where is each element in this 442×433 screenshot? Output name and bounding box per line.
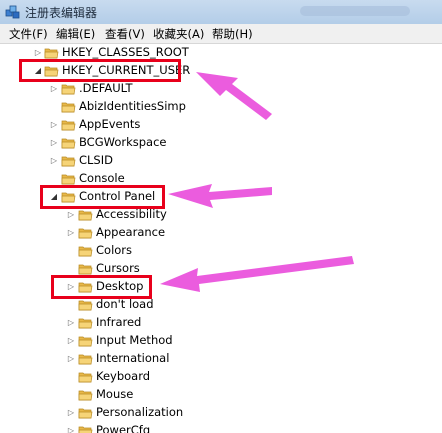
- triangle-collapsed-icon[interactable]: ▷: [49, 80, 59, 98]
- folder-icon: [78, 354, 93, 365]
- tree-item-label[interactable]: International: [96, 351, 169, 365]
- triangle-collapsed-icon[interactable]: ▷: [66, 404, 76, 422]
- tree-row[interactable]: ▷ Infrared: [0, 314, 442, 332]
- tree-item-label[interactable]: Appearance: [96, 225, 165, 239]
- tree-row[interactable]: AbizIdentitiesSimp: [0, 98, 442, 116]
- triangle-collapsed-icon[interactable]: ▷: [66, 422, 76, 433]
- menu-file[interactable]: 文件(F): [9, 26, 48, 42]
- folder-icon: [44, 48, 59, 59]
- folder-icon: [61, 84, 76, 95]
- tree-row[interactable]: ▷ International: [0, 350, 442, 368]
- highlight-box-hkey-current-user: [19, 59, 181, 82]
- registry-tree[interactable]: ▷ HKEY_CLASSES_ROOT ◢ HKEY_CURRENT_USER ▷ .DE…: [0, 44, 442, 433]
- folder-icon: [61, 138, 76, 149]
- tree-item-label[interactable]: Accessibility: [96, 207, 167, 221]
- tree-row[interactable]: ▷ Appearance: [0, 224, 442, 242]
- folder-icon: [61, 174, 76, 185]
- registry-editor-icon: [5, 5, 20, 19]
- tree-row[interactable]: ▷ AppEvents: [0, 116, 442, 134]
- tree-item-label[interactable]: PowerCfg: [96, 423, 150, 433]
- menu-favorites[interactable]: 收藏夹(A): [153, 26, 204, 42]
- triangle-collapsed-icon[interactable]: ▷: [49, 116, 59, 134]
- highlight-box-control-panel: [40, 185, 165, 209]
- triangle-collapsed-icon[interactable]: ▷: [66, 350, 76, 368]
- tree-item-label[interactable]: Colors: [96, 243, 132, 257]
- tree-row[interactable]: ▷ .DEFAULT: [0, 80, 442, 98]
- menu-bar: 文件(F) 编辑(E) 查看(V) 收藏夹(A) 帮助(H): [0, 24, 442, 44]
- tree-row[interactable]: Mouse: [0, 386, 442, 404]
- window-title: 注册表编辑器: [25, 6, 98, 20]
- tree-item-label[interactable]: Cursors: [96, 261, 140, 275]
- tree-item-label[interactable]: Infrared: [96, 315, 141, 329]
- tree-item-label[interactable]: Console: [79, 171, 125, 185]
- folder-icon: [61, 156, 76, 167]
- title-bar-blur: [300, 6, 410, 16]
- triangle-collapsed-icon[interactable]: ▷: [49, 152, 59, 170]
- folder-icon: [78, 336, 93, 347]
- tree-row[interactable]: ▷ Personalization: [0, 404, 442, 422]
- tree-item-label[interactable]: AppEvents: [79, 117, 140, 131]
- folder-icon: [78, 390, 93, 401]
- tree-item-label[interactable]: Mouse: [96, 387, 133, 401]
- tree-item-label[interactable]: Personalization: [96, 405, 183, 419]
- tree-row[interactable]: ▷ PowerCfg: [0, 422, 442, 433]
- tree-item-label[interactable]: .DEFAULT: [79, 81, 132, 95]
- title-bar: 注册表编辑器: [0, 0, 442, 25]
- highlight-box-desktop: [51, 275, 152, 299]
- triangle-collapsed-icon[interactable]: ▷: [66, 332, 76, 350]
- tree-row[interactable]: ▷ BCGWorkspace: [0, 134, 442, 152]
- tree-row[interactable]: ▷ CLSID: [0, 152, 442, 170]
- folder-icon: [78, 408, 93, 419]
- tree-item-label[interactable]: Keyboard: [96, 369, 150, 383]
- triangle-collapsed-icon[interactable]: ▷: [66, 314, 76, 332]
- triangle-collapsed-icon[interactable]: ▷: [66, 224, 76, 242]
- menu-help[interactable]: 帮助(H): [212, 26, 253, 42]
- folder-icon: [61, 120, 76, 131]
- tree-item-label[interactable]: HKEY_CLASSES_ROOT: [62, 45, 189, 59]
- triangle-collapsed-icon[interactable]: ▷: [49, 134, 59, 152]
- tree-item-label[interactable]: AbizIdentitiesSimp: [79, 99, 186, 113]
- tree-row[interactable]: ▷ Input Method: [0, 332, 442, 350]
- tree-item-label[interactable]: Input Method: [96, 333, 173, 347]
- tree-row[interactable]: Colors: [0, 242, 442, 260]
- folder-icon: [78, 246, 93, 257]
- folder-icon: [78, 300, 93, 311]
- folder-icon: [78, 228, 93, 239]
- folder-icon: [78, 210, 93, 221]
- folder-icon: [61, 102, 76, 113]
- tree-item-label[interactable]: CLSID: [79, 153, 113, 167]
- folder-icon: [78, 372, 93, 383]
- menu-view[interactable]: 查看(V): [105, 26, 145, 42]
- menu-edit[interactable]: 编辑(E): [56, 26, 95, 42]
- tree-item-label[interactable]: don't load: [96, 297, 154, 311]
- tree-item-label[interactable]: BCGWorkspace: [79, 135, 167, 149]
- folder-icon: [78, 264, 93, 275]
- folder-icon: [78, 426, 93, 433]
- tree-row[interactable]: Keyboard: [0, 368, 442, 386]
- folder-icon: [78, 318, 93, 329]
